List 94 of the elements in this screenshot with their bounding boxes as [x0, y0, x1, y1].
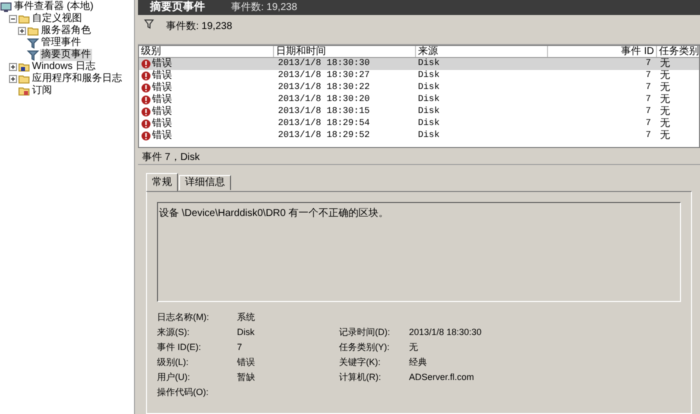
expander-icon[interactable] [18, 27, 26, 35]
field-value: 无 [409, 340, 419, 354]
table-cell: 错误 [152, 130, 172, 142]
tree-item[interactable]: 事件查看器 (本地) [13, 1, 94, 13]
tree-item[interactable]: 服务器角色 [40, 25, 92, 37]
table-cell-text: 无 [659, 130, 671, 142]
tree-item[interactable]: Windows 日志 [31, 61, 96, 73]
error-icon [141, 95, 151, 105]
table-cell-text: Disk [417, 117, 441, 130]
table-cell-text: 2013/1/8 18:30:27 [277, 69, 371, 82]
table-cell-text: Disk [417, 129, 441, 142]
table-cell: 错误 [152, 106, 172, 118]
table-cell-text: Disk [417, 105, 441, 118]
expander-icon[interactable] [9, 15, 17, 23]
table-cell-text: 7 [644, 129, 652, 142]
table-cell-text: 无 [659, 118, 671, 130]
tree-item[interactable]: 订阅 [31, 85, 53, 97]
column-header[interactable]: 任务类别 [657, 46, 699, 57]
event-count: 事件数: 19,238 [231, 0, 298, 15]
column-header[interactable]: 级别 [139, 46, 274, 57]
table-cell: 错误 [152, 94, 172, 106]
tree-item[interactable]: 自定义视图 [31, 13, 83, 25]
table-cell-text: 2013/1/8 18:30:20 [277, 93, 371, 106]
detail-title: 事件 7，Disk [138, 151, 700, 165]
field-label: 用户(U): [157, 370, 191, 384]
field-value: 错误 [237, 356, 256, 369]
error-icon [141, 107, 151, 117]
table-cell-text: 2013/1/8 18:30:30 [277, 57, 371, 70]
table-cell-text: Disk [417, 57, 441, 70]
table-cell-text: 无 [659, 106, 671, 118]
field-label: 关键字(K): [339, 356, 382, 369]
table-cell-text: 7 [644, 81, 652, 94]
tab[interactable]: 常规 [146, 173, 178, 191]
tree-item[interactable]: 摘要页事件 [40, 49, 92, 61]
field-value: 2013/1/8 18:30:30 [409, 326, 483, 339]
column-header[interactable]: 日期和时间 [274, 46, 416, 57]
field-value: Disk [237, 326, 256, 339]
field-label: 操作代码(O): [157, 386, 210, 399]
event-count: 事件数: 19,238 [166, 20, 232, 34]
field-label: 记录时间(D): [339, 326, 391, 339]
event-message: 设备 \Device\Harddisk0\DR0 有一个不正确的区块。 [159, 208, 388, 219]
computer-icon [0, 1, 12, 13]
expander-icon[interactable] [9, 75, 17, 83]
table-cell-text: 7 [644, 93, 652, 106]
error-icon [141, 131, 151, 141]
table-cell-text: 2013/1/8 18:30:15 [277, 105, 371, 118]
tab[interactable]: 详细信息 [179, 175, 231, 190]
table-row[interactable]: 错误 2013/1/8 18:30:30 Disk 7 无 [139, 58, 699, 70]
table-cell-text: 无 [659, 82, 671, 94]
table-cell-text: Disk [417, 69, 441, 82]
expander-icon[interactable] [9, 63, 17, 71]
table-cell-text: Disk [417, 93, 441, 106]
filter-icon [144, 19, 154, 29]
log-folder-icon [18, 61, 30, 73]
field-label: 事件 ID(E): [157, 340, 202, 354]
table-cell: 错误 [152, 70, 172, 82]
table-cell-text: 7 [644, 69, 652, 82]
field-label: 任务类别(Y): [339, 340, 390, 354]
column-header[interactable]: 事件 ID [548, 46, 657, 57]
view-title: 摘要页事件 [150, 0, 205, 16]
field-value: 系统 [237, 310, 256, 324]
tree-item[interactable]: 应用程序和服务日志 [31, 73, 123, 85]
table-cell: 错误 [152, 82, 172, 94]
column-header[interactable]: 来源 [416, 46, 548, 57]
subscription-icon [18, 85, 30, 97]
error-icon [141, 71, 151, 81]
field-value: 7 [237, 340, 244, 354]
table-cell-text: 2013/1/8 18:30:22 [277, 81, 371, 94]
table-cell-text: 7 [644, 57, 652, 70]
table-cell-text: 无 [659, 58, 671, 70]
filter-icon [27, 37, 39, 49]
field-value: 经典 [409, 356, 428, 369]
folder-icon [18, 13, 30, 25]
field-value: 暂缺 [237, 370, 256, 384]
field-value: ADServer.fl.com [409, 370, 476, 384]
tree-item[interactable]: 管理事件 [40, 37, 82, 49]
field-label: 日志名称(M): [157, 310, 210, 324]
field-label: 计算机(R): [339, 370, 382, 384]
filter-icon [27, 49, 39, 61]
field-label: 级别(L): [157, 356, 190, 369]
table-cell-text: Disk [417, 81, 441, 94]
folder-icon [18, 73, 30, 85]
error-icon [141, 119, 151, 129]
field-label: 来源(S): [157, 326, 190, 339]
error-icon [141, 83, 151, 93]
table-cell-text: 7 [644, 117, 652, 130]
table-cell-text: 2013/1/8 18:29:52 [277, 129, 371, 142]
table-cell: 错误 [152, 58, 172, 70]
folder-icon [27, 25, 39, 37]
table-cell-text: 7 [644, 105, 652, 118]
table-cell-text: 无 [659, 70, 671, 82]
table-cell-text: 无 [659, 94, 671, 106]
table-cell-text: 2013/1/8 18:29:54 [277, 117, 371, 130]
table-cell: 错误 [152, 118, 172, 130]
